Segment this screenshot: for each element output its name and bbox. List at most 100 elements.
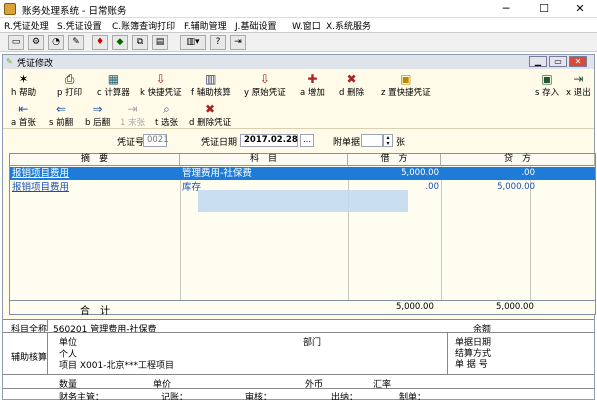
- menu-voucher[interactable]: R.凭证处理: [4, 19, 49, 32]
- cashier-label: 出纳：: [331, 393, 359, 400]
- attach-spinner[interactable]: ▴ ▾: [383, 134, 393, 147]
- col-account[interactable]: 科 目: [180, 154, 348, 166]
- account-full-value: 560201 管理费用-社保费: [53, 325, 157, 335]
- add-button[interactable]: ✚ a 增加: [300, 72, 325, 98]
- menu-ledger[interactable]: C.账簿查询打印: [112, 19, 175, 32]
- child-minimize-button[interactable]: ▁: [529, 56, 547, 67]
- divider: [3, 332, 594, 333]
- minimize-button[interactable]: ─: [492, 1, 520, 17]
- maximize-button[interactable]: ☐: [530, 1, 558, 17]
- voucher-icon: ✎: [6, 57, 13, 66]
- menu-basic-settings[interactable]: J.基础设置: [235, 19, 277, 32]
- delete-voucher-button[interactable]: ✖ d 删除凭证: [189, 102, 231, 128]
- set-quick-icon: ▣: [400, 72, 412, 86]
- help-icon: ✶: [18, 72, 29, 86]
- tools-icon[interactable]: ✎: [68, 35, 84, 50]
- document-icon[interactable]: ▤: [152, 35, 168, 50]
- delete-voucher-icon: ✖: [205, 102, 216, 116]
- next-voucher-button[interactable]: ⇒ b 后翻: [85, 102, 110, 128]
- menu-auxiliary[interactable]: F.辅助管理: [184, 19, 227, 32]
- account-full-label: 科目全称: [11, 325, 48, 335]
- save-button[interactable]: ▣ s 存入: [535, 72, 559, 98]
- col-credit[interactable]: 贷 方: [441, 154, 595, 166]
- last-voucher-button: ⇥ 1 末张: [120, 102, 146, 128]
- help-button[interactable]: ✶ h 帮助: [11, 72, 36, 98]
- menu-bar: R.凭证处理 S.凭证设置 C.账簿查询打印 F.辅助管理 J.基础设置 W.窗…: [0, 18, 597, 32]
- last-icon: ⇥: [127, 102, 138, 116]
- child-restore-button[interactable]: ▭: [549, 56, 567, 67]
- divider: [447, 332, 448, 374]
- clock-icon[interactable]: ◔: [48, 35, 64, 50]
- first-voucher-button[interactable]: ⇤ a 首张: [11, 102, 36, 128]
- settings-icon[interactable]: ⚙: [28, 35, 44, 50]
- voucher-no-field[interactable]: 0021: [143, 134, 169, 147]
- menu-voucher-settings[interactable]: S.凭证设置: [57, 19, 102, 32]
- select-icon: ⌕: [163, 102, 170, 116]
- print-button[interactable]: ⎙ p 打印: [57, 72, 82, 98]
- delete-button[interactable]: ✖ d 删除: [339, 72, 364, 98]
- attach-unit: 张: [396, 138, 406, 148]
- date-field[interactable]: 2017.02.28: [240, 134, 298, 147]
- col-debit[interactable]: 借 方: [348, 154, 441, 166]
- quick-voucher-icon: ⇩: [155, 72, 166, 86]
- menu-window[interactable]: W.窗口: [292, 19, 321, 32]
- copy-icon[interactable]: ⧉: [132, 35, 148, 50]
- divider: [47, 319, 48, 331]
- attach-count-field[interactable]: [361, 134, 383, 147]
- quick-voucher-button[interactable]: ⇩ k 快捷凭证: [140, 72, 182, 98]
- balance-label: 余额: [473, 325, 492, 335]
- voucher-entries-table: 摘 要 科 目 借 方 贷 方 报销项目费用 管理费用-社保费 5,000.00…: [9, 153, 596, 301]
- redaction-blur: [198, 190, 408, 212]
- menu-system[interactable]: X.系统服务: [326, 19, 371, 32]
- cell-credit[interactable]: 5,000.00: [441, 181, 595, 194]
- info-panel: 科目全称 560201 管理费用-社保费 余额 辅助核算 单位 部门 个人 项目…: [3, 319, 594, 400]
- total-debit: 5,000.00: [396, 302, 434, 312]
- bookkeeper-label: 记账：: [161, 393, 189, 400]
- child-titlebar: ✎ 凭证修改 ▁ ▭ ✕: [3, 55, 594, 69]
- book-icon[interactable]: ◆: [112, 35, 128, 50]
- cell-summary[interactable]: 报销项目费用: [10, 167, 180, 180]
- calculator-button[interactable]: ▦ c 计算器: [97, 72, 130, 98]
- total-label: 合 计: [80, 306, 110, 317]
- maker-label: 制单：: [399, 393, 427, 400]
- table-row[interactable]: 报销项目费用 管理费用-社保费 5,000.00 .00: [10, 167, 595, 180]
- voucher-edit-window: ✎ 凭证修改 ▁ ▭ ✕ ✶ h 帮助 ⎙ p 打印 ▦ c 计算器 ⇩ k 快捷凭证 …: [2, 54, 596, 400]
- project-label: 项目 X001-北京***工程项目: [59, 361, 174, 371]
- child-close-button[interactable]: ✕: [569, 56, 587, 67]
- cell-debit[interactable]: 5,000.00: [348, 167, 441, 180]
- attach-label: 附单据: [333, 138, 361, 148]
- select-voucher-button[interactable]: ⌕ t 选张: [155, 102, 178, 128]
- window-title: 账务处理系统 - 日常账务: [22, 6, 127, 17]
- exit-button[interactable]: ⇥ x 退出: [566, 72, 591, 98]
- window-titlebar: 账务处理系统 - 日常账务 ─ ☐ ✕: [0, 0, 597, 18]
- window-icon[interactable]: ▭: [8, 35, 24, 50]
- finance-manager-label: 财务主管：: [59, 393, 105, 400]
- app-icon: [4, 3, 16, 15]
- date-label: 凭证日期: [201, 138, 238, 148]
- original-voucher-button[interactable]: ⇩ y 原始凭证: [244, 72, 286, 98]
- close-button[interactable]: ✕: [566, 1, 594, 17]
- auxiliary-icon: ▥: [205, 72, 217, 86]
- doc-no-label: 单 据 号: [455, 360, 488, 370]
- totals-row: 合 计 5,000.00 5,000.00: [9, 301, 596, 317]
- set-quick-voucher-button[interactable]: ▣ z 置快捷凭证: [381, 72, 431, 98]
- flag-icon[interactable]: ♦: [92, 35, 108, 50]
- add-icon: ✚: [307, 72, 318, 86]
- exit-door-icon[interactable]: ⇥: [230, 35, 246, 50]
- prev-icon: ⇐: [56, 102, 67, 116]
- voucher-no-label: 凭证号: [117, 138, 145, 148]
- main-toolbar: ▭ ⚙ ◔ ✎ ♦ ◆ ⧉ ▤ ▥▾ ? ⇥: [0, 32, 597, 52]
- divider: [3, 388, 594, 389]
- original-voucher-icon: ⇩: [259, 72, 270, 86]
- cell-summary[interactable]: 报销项目费用: [10, 181, 180, 194]
- help-question-icon[interactable]: ?: [210, 35, 226, 50]
- cell-credit[interactable]: .00: [441, 167, 595, 180]
- auxiliary-button[interactable]: ▥ f 辅助核算: [191, 72, 231, 98]
- col-summary[interactable]: 摘 要: [10, 154, 180, 166]
- voucher-header: 凭证号 0021 凭证日期 2017.02.28 ... 附单据 ▴ ▾ 张: [3, 130, 594, 152]
- prev-voucher-button[interactable]: ⇐ s 前翻: [49, 102, 73, 128]
- cell-account[interactable]: 管理费用-社保费: [180, 167, 348, 180]
- view-menu-icon[interactable]: ▥▾: [180, 35, 206, 50]
- child-title: 凭证修改: [17, 59, 54, 69]
- date-picker-button[interactable]: ...: [300, 134, 314, 147]
